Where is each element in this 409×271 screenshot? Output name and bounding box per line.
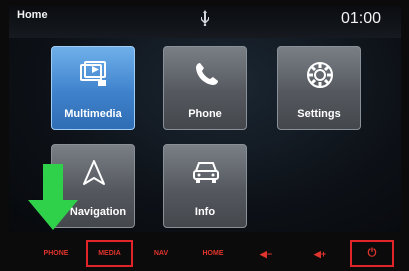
clock: 01:00 [341,10,382,27]
settings-tile[interactable]: Settings [277,46,361,130]
power-button[interactable]: ⏻ [350,240,394,267]
multimedia-tile[interactable]: Multimedia [51,46,135,130]
volume-up-button[interactable]: ◀+ [308,246,332,262]
softkey-media[interactable]: MEDIA [86,240,133,267]
softkey-phone[interactable]: PHONE [38,246,74,262]
usb-icon [200,10,210,29]
info-label: Info [194,206,216,218]
multimedia-label: Multimedia [64,108,122,120]
volume-down-button[interactable]: ◀− [254,246,278,262]
page-title: Home [17,9,48,21]
pointer-arrow-icon [28,164,78,237]
softkey-home[interactable]: HOME [198,246,228,262]
settings-label: Settings [297,108,341,120]
softkey-nav[interactable]: NAV [148,246,174,262]
phone-label: Phone [188,108,222,120]
phone-tile[interactable]: Phone [163,46,247,130]
info-tile[interactable]: Info [163,144,247,228]
